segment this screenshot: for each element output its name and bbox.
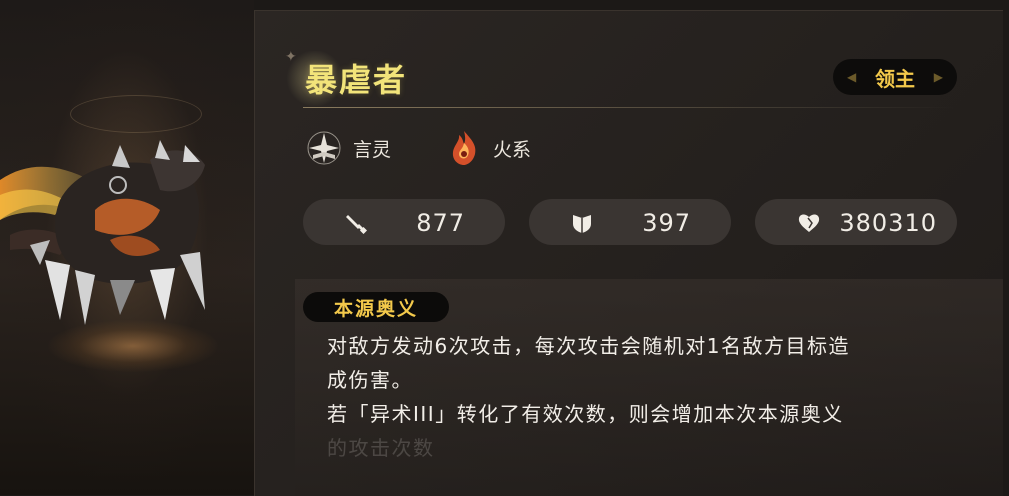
sword-icon (346, 215, 367, 234)
monster-info-panel: ✦ 暴虐者 ◀ 领主 ▶ 言灵 火系 877 (254, 10, 1003, 496)
skill-line: 成伤害。 (327, 368, 413, 392)
trait-faction: 言灵 (305, 129, 391, 167)
trait-faction-label: 言灵 (353, 138, 392, 161)
monster-portrait-panel (0, 0, 254, 495)
title-divider (303, 107, 955, 108)
skill-line: 若「异术III」转化了有效次数，则会增加本次本源奥义 (327, 402, 844, 426)
chevron-left-icon: ◀ (847, 70, 857, 84)
heart-icon (798, 214, 820, 232)
trait-element: 火系 (445, 129, 531, 167)
portrait-halo (70, 95, 202, 133)
defense-value: 397 (642, 209, 691, 237)
chevron-right-icon: ▶ (933, 70, 943, 84)
monster-name: 暴虐者 (305, 61, 408, 99)
defense-stat: 397 (529, 199, 731, 245)
trait-element-label: 火系 (493, 138, 532, 161)
attack-stat: 877 (303, 199, 505, 245)
skill-line: 的攻击次数 (327, 436, 435, 460)
hp-value: 380310 (839, 209, 937, 237)
skill-tag: 本源奥义 (303, 292, 449, 322)
monster-portrait-image (0, 140, 205, 325)
skill-description[interactable]: 对敌方发动6次攻击，每次攻击会随机对1名敌方目标造 成伤害。 若「异术III」转… (327, 329, 957, 465)
rank-badge: ◀ 领主 ▶ (833, 59, 957, 95)
skill-line: 对敌方发动6次攻击，每次攻击会随机对1名敌方目标造 (327, 334, 850, 358)
rank-label: 领主 (875, 66, 915, 91)
fire-element-icon (452, 131, 476, 165)
shield-icon (573, 215, 591, 233)
book-star-icon (307, 131, 341, 165)
hp-stat: 380310 (755, 199, 957, 245)
attack-value: 877 (416, 209, 465, 237)
